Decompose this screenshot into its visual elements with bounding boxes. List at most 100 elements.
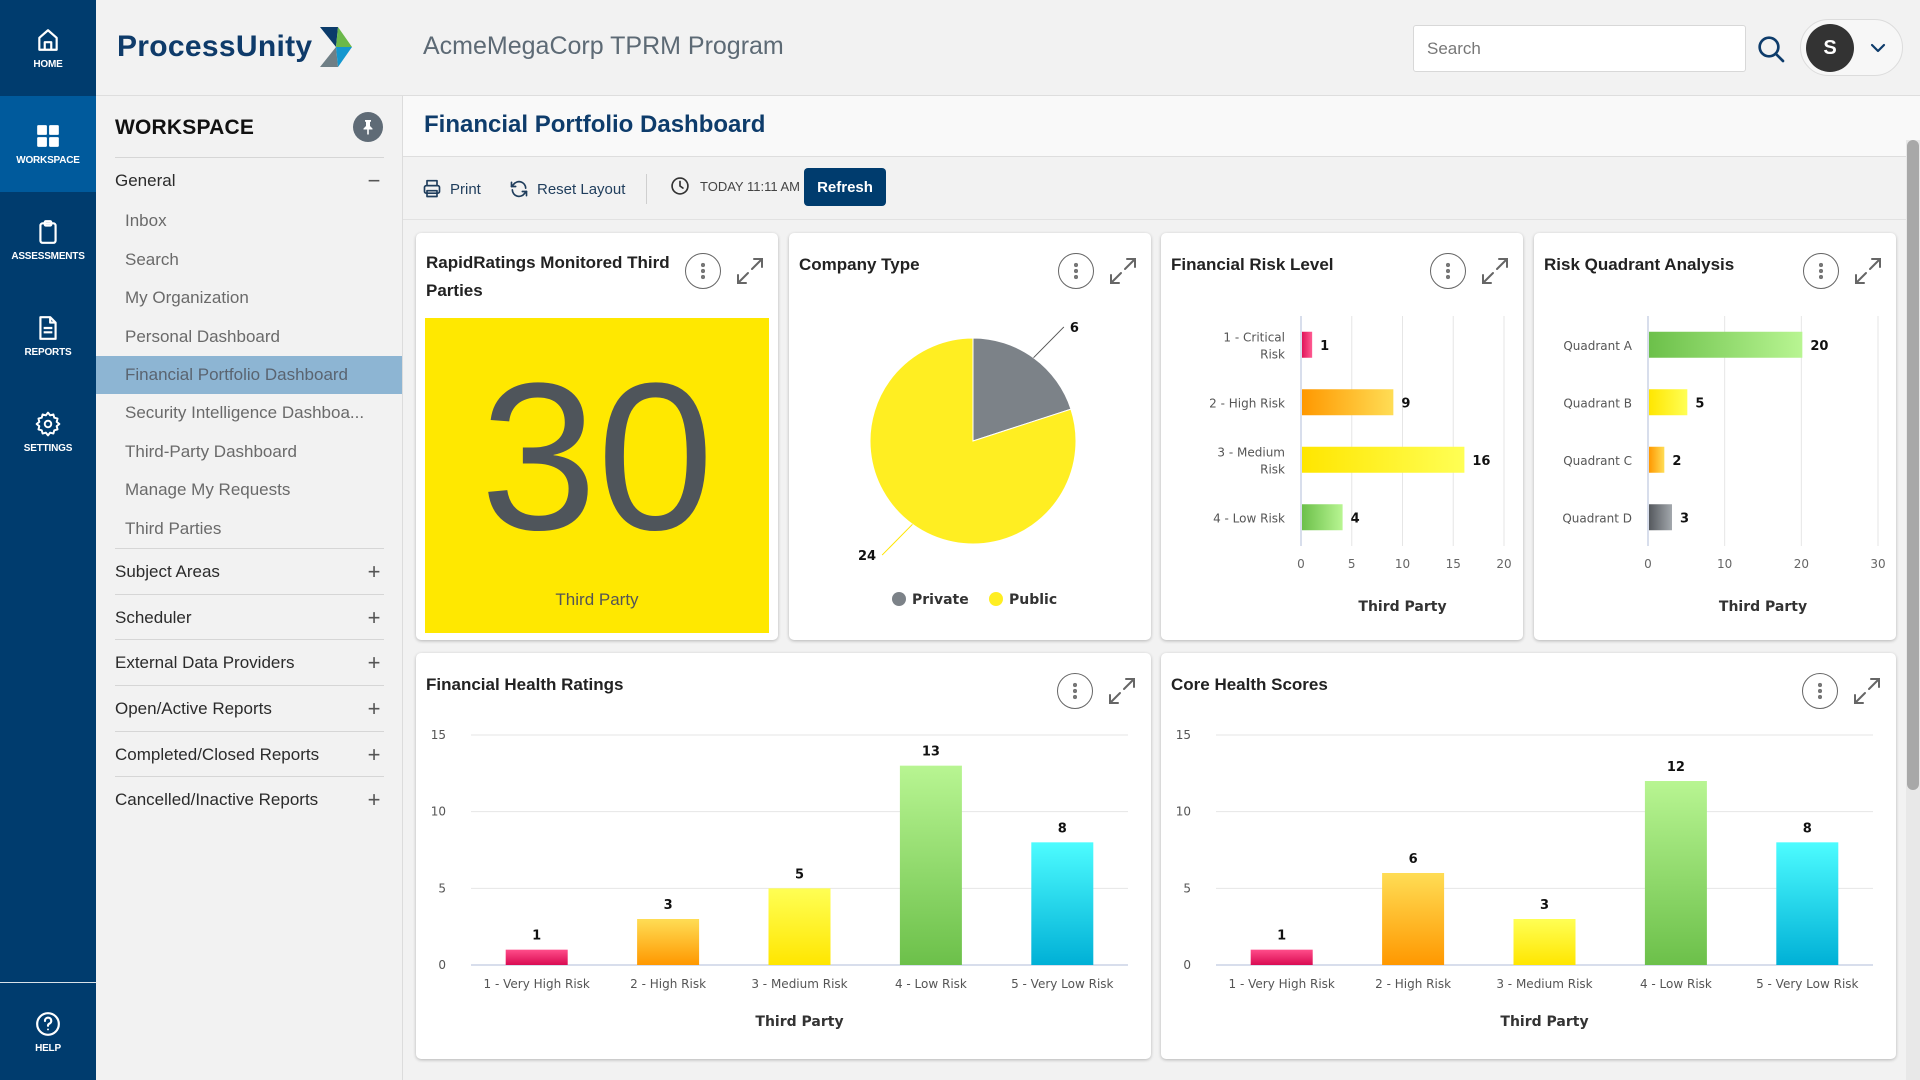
logo[interactable]: ProcessUnity [117, 26, 356, 68]
y-category-label: Quadrant D [1562, 511, 1632, 525]
kebab-icon [1819, 262, 1823, 280]
x-category-label: 4 - Low Risk [895, 977, 967, 991]
y-category-label: 4 - Low Risk [1213, 511, 1285, 525]
x-category-label: 1 - Very High Risk [1229, 977, 1335, 991]
expand-icon: + [367, 741, 381, 767]
kpi-label: Third Party [555, 590, 639, 609]
rail-item-label: ASSESSMENTS [11, 250, 85, 262]
y-tick-label: 0 [1183, 958, 1191, 972]
expand-icon[interactable] [1479, 255, 1511, 287]
bar [1302, 331, 1313, 358]
bar-value-label: 3 [664, 898, 673, 913]
app-title: AcmeMegaCorp TPRM Program [423, 32, 784, 60]
kebab-icon [1818, 682, 1822, 700]
bar [1649, 504, 1672, 531]
sidebar-group-scheduler[interactable]: Scheduler + [115, 595, 384, 640]
rail-item-settings[interactable]: SETTINGS [0, 384, 96, 480]
sidebar-item-third-parties[interactable]: Third Parties [96, 510, 402, 548]
y-category-label: Quadrant B [1563, 396, 1632, 410]
y-tick-label: 5 [438, 881, 446, 895]
rail-item-workspace[interactable]: WORKSPACE [0, 96, 96, 192]
bar [1382, 873, 1445, 965]
sidebar-group-subject-areas[interactable]: Subject Areas + [115, 549, 384, 594]
sidebar-item-third-party-dashboard[interactable]: Third-Party Dashboard [96, 433, 402, 471]
rail-item-assessments[interactable]: ASSESSMENTS [0, 192, 96, 288]
left-rail-nav: HOME WORKSPACE ASSESSMENTS REPORTS SETTI… [0, 0, 96, 1080]
timestamp: TODAY 11:11 AM [700, 178, 800, 194]
bar [899, 765, 962, 965]
card-menu-button[interactable] [1057, 673, 1093, 709]
sidebar-group-label: Cancelled/Inactive Reports [115, 789, 319, 809]
sidebar-item-security-intelligence-dashboard[interactable]: Security Intelligence Dashboa... [96, 394, 402, 432]
page-title: Financial Portfolio Dashboard [424, 111, 766, 138]
sidebar-item-financial-portfolio-dashboard[interactable]: Financial Portfolio Dashboard [96, 356, 402, 394]
x-tick-label: 10 [1717, 557, 1732, 571]
x-tick-label: 20 [1794, 557, 1809, 571]
sidebar-group-external-data-providers[interactable]: External Data Providers + [115, 640, 384, 685]
user-menu-button[interactable]: S [1800, 19, 1903, 76]
workspace-sidebar: WORKSPACE General − Inbox Search My Orga… [96, 96, 403, 1080]
card-menu-button[interactable] [685, 253, 721, 289]
refresh-button[interactable]: Refresh [804, 168, 886, 206]
expand-icon[interactable] [1106, 675, 1138, 707]
card-menu-button[interactable] [1802, 673, 1838, 709]
y-category-label: Risk [1260, 462, 1285, 476]
expand-icon[interactable] [1851, 675, 1883, 707]
bar-value-label: 8 [1058, 821, 1067, 836]
bar-value-label: 1 [1320, 339, 1329, 354]
sidebar-item-manage-my-requests[interactable]: Manage My Requests [96, 471, 402, 509]
sidebar-item-my-organization[interactable]: My Organization [96, 279, 402, 317]
card-menu-button[interactable] [1803, 253, 1839, 289]
card-menu-button[interactable] [1058, 253, 1094, 289]
sidebar-group-cancelled-inactive-reports[interactable]: Cancelled/Inactive Reports + [115, 777, 384, 822]
x-axis-title: Third Party [1500, 1014, 1588, 1030]
rail-item-label: HELP [35, 1042, 61, 1054]
sidebar-group-completed-closed-reports[interactable]: Completed/Closed Reports + [115, 732, 384, 777]
company-type-pie-chart: 6 24 Private Public [858, 321, 1079, 608]
x-category-label: 2 - High Risk [630, 977, 706, 991]
card-title: Company Type [799, 255, 920, 274]
bar-value-label: 4 [1351, 511, 1360, 526]
scrollbar-thumb[interactable] [1907, 140, 1919, 790]
reset-layout-button[interactable]: Reset Layout [509, 176, 625, 202]
card-risk-quadrant-analysis: Risk Quadrant Analysis 0 10 20 30 20 Quadrant… [1534, 233, 1896, 640]
kpi-tile[interactable]: 30 Third Party [425, 318, 769, 633]
bar-value-label: 5 [795, 867, 804, 882]
sidebar-group-open-active-reports[interactable]: Open/Active Reports + [115, 686, 384, 731]
pin-sidebar-button[interactable] [353, 112, 383, 142]
expand-icon[interactable] [1107, 255, 1139, 287]
x-category-label: 3 - Medium Risk [1496, 977, 1592, 991]
sidebar-item-inbox[interactable]: Inbox [96, 202, 402, 240]
legend-marker-private [892, 592, 906, 606]
expand-icon: + [367, 786, 381, 812]
bar-value-label: 5 [1695, 396, 1704, 411]
sidebar-group-label: Subject Areas [115, 561, 220, 581]
sidebar-group-general[interactable]: General − [115, 158, 384, 203]
help-icon [36, 1011, 60, 1036]
print-button[interactable]: Print [422, 176, 481, 202]
rail-item-home[interactable]: HOME [0, 0, 96, 96]
card-company-type: Company Type 6 24 Private Public [789, 233, 1151, 640]
financial-health-chart: 0 5 10 15 1 1 - Very High Risk 3 2 - High Risk 5… [431, 728, 1128, 1030]
expand-icon[interactable] [1852, 255, 1884, 287]
x-category-label: 5 - Very Low Risk [1756, 977, 1858, 991]
x-category-label: 5 - Very Low Risk [1011, 977, 1113, 991]
sidebar-item-personal-dashboard[interactable]: Personal Dashboard [96, 318, 402, 356]
x-axis-title: Third Party [1719, 599, 1807, 615]
search-icon[interactable] [1755, 33, 1787, 65]
sidebar-item-search[interactable]: Search [96, 241, 402, 279]
rail-item-reports[interactable]: REPORTS [0, 288, 96, 384]
bar [1302, 504, 1343, 531]
y-tick-label: 0 [438, 958, 446, 972]
pie-connector [881, 523, 913, 556]
bar [1250, 949, 1313, 965]
x-tick-label: 10 [1395, 557, 1410, 571]
card-title: Financial Health Ratings [426, 675, 624, 694]
y-category-label: 1 - Critical [1223, 330, 1285, 344]
card-menu-button[interactable] [1430, 253, 1466, 289]
expand-icon[interactable] [734, 255, 766, 287]
x-category-label: 4 - Low Risk [1640, 977, 1712, 991]
search-input[interactable] [1413, 25, 1746, 72]
rail-item-help[interactable]: HELP [0, 984, 96, 1080]
kebab-icon [701, 262, 705, 280]
